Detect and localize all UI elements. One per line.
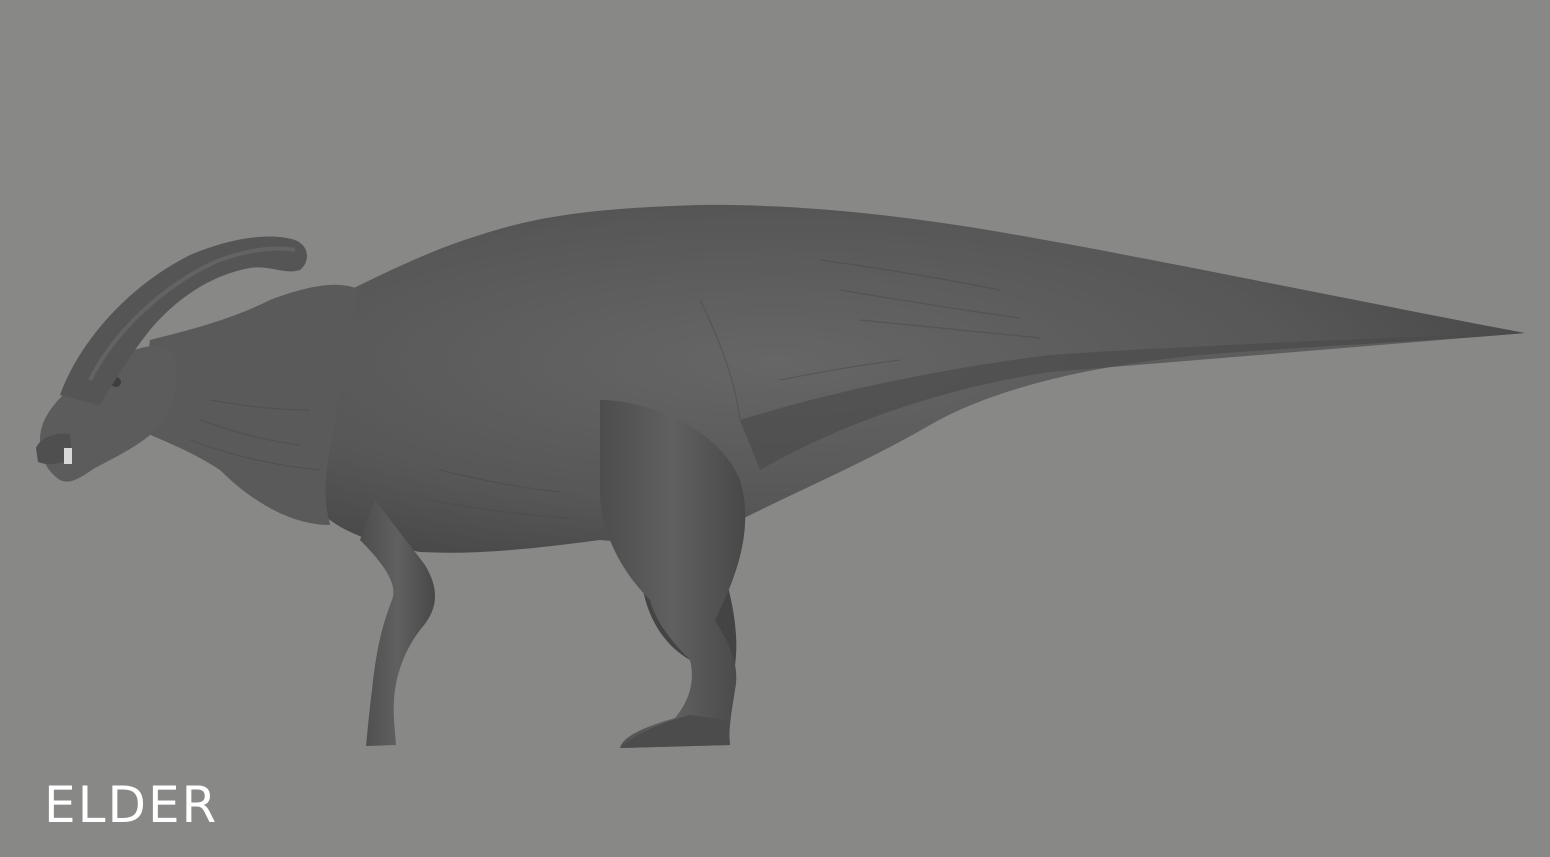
- mouth-opening: [64, 448, 72, 464]
- caption-label: ELDER: [44, 776, 219, 834]
- render-viewport: ELDER: [0, 0, 1550, 857]
- body: [275, 204, 1525, 553]
- dinosaur-sculpt: [36, 204, 1525, 748]
- hind-foot: [620, 715, 730, 748]
